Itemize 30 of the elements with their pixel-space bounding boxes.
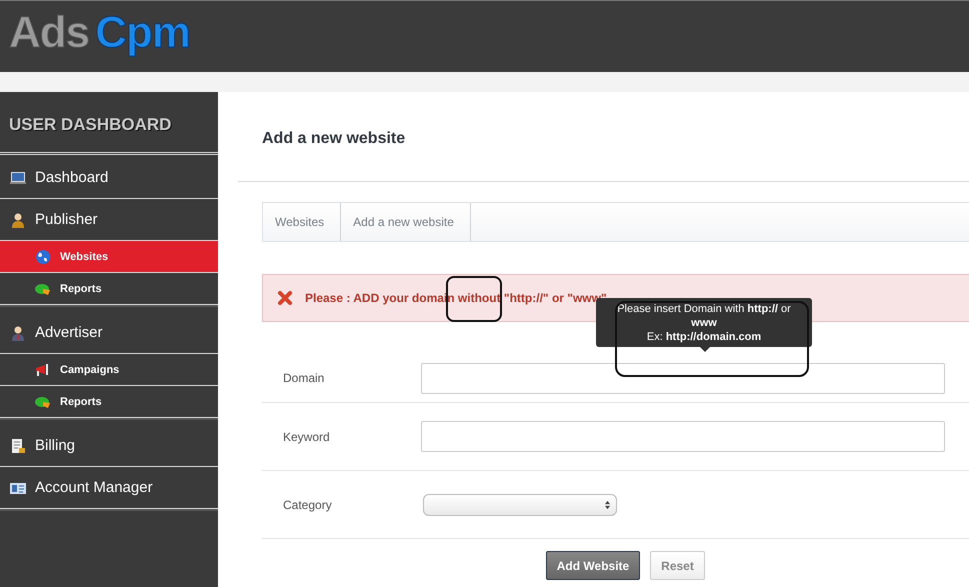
monitor-icon — [10, 170, 26, 186]
field-label: Domain — [282, 371, 326, 385]
tooltip-text: Ex: http://domain.com — [646, 330, 762, 344]
page-title: Add a new website — [262, 130, 406, 148]
globe-icon — [35, 248, 51, 264]
sidebar-title: USER DASHBOARD — [0, 92, 218, 155]
select-arrows-icon — [604, 500, 611, 510]
form-button[interactable]: Add Website — [546, 551, 640, 580]
logo-text: Cpm — [95, 8, 190, 58]
person-icon — [10, 324, 26, 340]
breadcrumb-item[interactable]: Websites — [263, 203, 342, 241]
input-field[interactable] — [421, 421, 945, 452]
person-icon — [10, 212, 26, 228]
document-icon — [10, 438, 26, 454]
logo-text: Ads — [9, 8, 90, 58]
sidebar-item[interactable]: Campaigns — [0, 354, 218, 386]
sidebar-item[interactable]: Account Manager — [0, 467, 218, 509]
sidebar-item[interactable]: Billing — [0, 425, 218, 467]
field-label: Keyword — [282, 430, 331, 444]
sidebar-item[interactable]: Websites — [0, 241, 218, 273]
breadcrumb-item[interactable]: Add a new website — [341, 203, 471, 241]
field-label: Category — [282, 498, 333, 512]
sidebar-item[interactable]: Advertiser — [0, 312, 218, 354]
error-icon — [277, 290, 293, 306]
input-field[interactable] — [421, 362, 945, 394]
sidebar-item[interactable]: Reports — [0, 273, 218, 305]
sidebar-item[interactable]: Reports — [0, 386, 218, 418]
sidebar-item[interactable]: Dashboard — [0, 157, 218, 199]
megaphone-icon — [35, 362, 51, 378]
category-select[interactable] — [423, 494, 617, 516]
